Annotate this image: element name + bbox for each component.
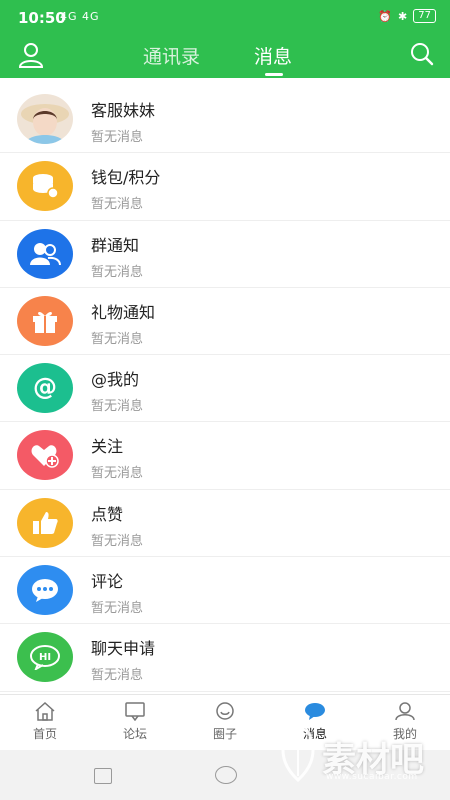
list-item-chat-request[interactable]: HI 聊天申请 暂无消息 [0, 624, 450, 692]
item-subtitle: 暂无消息 [91, 331, 144, 347]
svg-text:@: @ [33, 373, 57, 401]
list-item-mentions[interactable]: @ @我的 暂无消息 [0, 355, 450, 423]
heart-plus-icon [17, 430, 73, 481]
bottom-tab-label: 论坛 [122, 727, 147, 741]
bottom-tab-home[interactable]: 首页 [15, 701, 75, 742]
message-list: 客服妹妹 暂无消息 钱包/积分 暂无消息 群通知 暂无消息 礼物通知 暂无消息 … [0, 86, 450, 692]
circle-icon [216, 702, 234, 720]
item-subtitle: 暂无消息 [91, 533, 144, 549]
user-icon[interactable] [16, 40, 46, 70]
recent-apps-button[interactable] [94, 768, 112, 784]
watermark-leaf-icon [281, 718, 315, 782]
bluetooth-icon: ✱ [398, 9, 408, 23]
item-title: 点赞 [91, 504, 124, 524]
item-title: @我的 [91, 370, 140, 390]
list-item-likes[interactable]: 点赞 暂无消息 [0, 490, 450, 558]
item-subtitle: 暂无消息 [91, 399, 144, 415]
watermark-url: www.sucaibar.com [326, 772, 418, 782]
tab-contacts[interactable]: 通讯录 [143, 42, 200, 69]
wallet-coins-icon [17, 161, 73, 212]
status-bar: 10:50 4G 4G ⏰ ✱ 77 [0, 0, 450, 36]
item-title: 评论 [91, 572, 124, 592]
item-subtitle: 暂无消息 [91, 466, 144, 482]
item-title: 关注 [91, 437, 124, 457]
status-right-icons: ⏰ ✱ 77 [378, 9, 436, 23]
item-title: 群通知 [91, 235, 140, 255]
watermark: 素材吧 www.sucaibar.com [270, 712, 440, 790]
forum-icon [125, 702, 145, 721]
bottom-tab-label: 首页 [32, 727, 57, 741]
at-icon: @ [17, 363, 73, 414]
home-button[interactable] [215, 766, 237, 784]
list-item-gift-notice[interactable]: 礼物通知 暂无消息 [0, 288, 450, 356]
list-item-group-notice[interactable]: 群通知 暂无消息 [0, 221, 450, 288]
search-icon[interactable] [408, 40, 436, 68]
bottom-tab-forum[interactable]: 论坛 [105, 701, 165, 742]
list-item-wallet[interactable]: 钱包/积分 暂无消息 [0, 153, 450, 221]
item-subtitle: 暂无消息 [91, 130, 144, 145]
item-subtitle: 暂无消息 [91, 197, 144, 213]
home-icon [35, 701, 55, 721]
bottom-tab-circle[interactable]: 圈子 [195, 701, 255, 742]
comment-icon [17, 565, 73, 616]
battery-indicator: 77 [413, 9, 436, 23]
hi-text: HI [38, 651, 52, 663]
list-item-customer-service[interactable]: 客服妹妹 暂无消息 [0, 86, 450, 154]
list-item-follow[interactable]: 关注 暂无消息 [0, 422, 450, 490]
hi-chat-icon: HI [17, 632, 73, 683]
item-title: 钱包/积分 [91, 168, 161, 188]
item-title: 客服妹妹 [91, 101, 156, 120]
active-tab-indicator [265, 73, 283, 76]
item-subtitle: 暂无消息 [91, 264, 144, 280]
group-people-icon [17, 228, 73, 279]
bottom-tab-label: 圈子 [212, 727, 237, 741]
alarm-icon: ⏰ [378, 9, 393, 23]
gift-icon [17, 295, 73, 346]
list-item-comments[interactable]: 评论 暂无消息 [0, 557, 450, 625]
item-title: 聊天申请 [91, 639, 156, 659]
customer-service-avatar [17, 94, 73, 144]
item-subtitle: 暂无消息 [91, 668, 144, 684]
thumbs-up-icon [17, 497, 73, 548]
tab-messages[interactable]: 消息 [254, 42, 292, 69]
status-time: 10:50 [18, 9, 66, 27]
network-indicator: 4G 4G [60, 10, 100, 23]
item-title: 礼物通知 [91, 302, 156, 322]
top-header: 通讯录 消息 [0, 36, 450, 78]
item-subtitle: 暂无消息 [91, 601, 144, 617]
